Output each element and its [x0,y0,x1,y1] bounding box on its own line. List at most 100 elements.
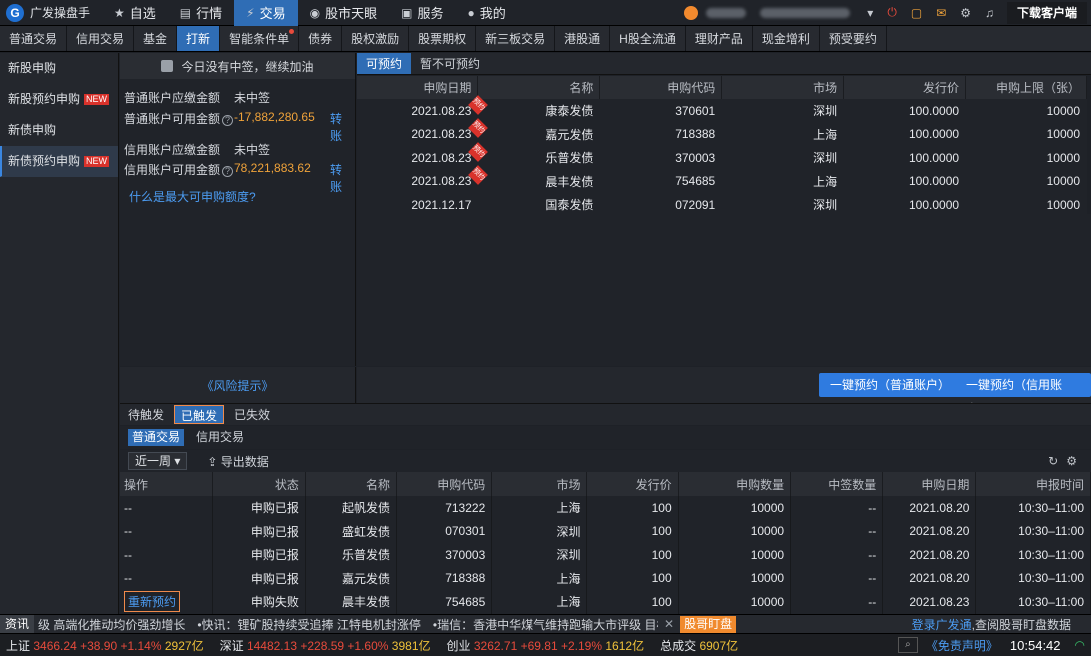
help-icon[interactable]: ? [222,166,234,177]
table-row[interactable]: 2021.08.23 预约 乐普发债 370003 深圳 100.0000 10000 [357,141,1087,170]
column-header[interactable]: 申购代码 [599,76,723,99]
subnav-tab[interactable]: 预受要约 [820,26,887,51]
column-header[interactable]: 中签数量 [790,472,884,496]
subnav-tab[interactable]: 智能条件单 [220,26,300,51]
subnav-tab[interactable]: 理财产品 [686,26,753,51]
login-link[interactable]: 登录广发通 [912,616,972,633]
tab-0[interactable]: 可预约 [357,53,412,74]
avatar[interactable] [684,5,699,20]
news-label[interactable]: 资讯 [0,614,35,634]
cell-date: 2021.08.23 预约 [357,141,489,170]
sidebar-item[interactable]: 新股预约申购 NEW [0,84,118,115]
nav-chart[interactable]: ▤ 行情 [168,0,234,26]
cell-won: -- [790,496,884,520]
trigger-tab[interactable]: 待触发 [122,405,170,424]
cell-code: 070301 [396,519,493,543]
subnav-tab[interactable]: 现金增利 [753,26,820,51]
nav-eye[interactable]: ◉ 股市天眼 [298,0,390,26]
news-ticker: 资讯 级 高端化推动均价强劲增长 •快讯：锂矿股持续受追捧 江特电机封涨停 •瑞信：… [0,614,1091,634]
subnav-tab[interactable]: 港股通 [555,26,611,51]
subnav-tab[interactable]: 股权激励 [342,26,410,51]
headset-icon[interactable]: ♫ [985,6,994,20]
column-header[interactable]: 市场 [721,76,845,99]
subnav-tab[interactable]: 信用交易 [67,26,135,51]
settings-icon[interactable]: ⚙ [1066,454,1085,468]
index-2[interactable]: 创业 3262.71 +69.81 +2.19% 1612亿 [447,637,645,654]
column-header[interactable]: 发行价 [586,472,679,496]
help-icon[interactable]: ? [222,115,234,126]
nav-briefcase[interactable]: ▣ 服务 [389,0,455,26]
subnav-tab[interactable]: 普通交易 [0,26,68,51]
index-1[interactable]: 深证 14482.13 +228.59 +1.60% 3981亿 [220,637,431,654]
nav-user[interactable]: ● 我的 [455,0,517,26]
table-row[interactable]: 2021.12.17 国泰发债 072091 深圳 100.0000 10000 [357,193,1087,217]
normal-transfer-link[interactable]: 转账 [330,110,352,144]
gear-icon[interactable]: ⚙ [960,6,971,20]
news-item[interactable]: •快讯：锂矿股持续受追捧 江特电机封涨停 [197,616,421,633]
table-row[interactable]: 2021.08.23 预约 康泰发债 370601 深圳 100.0000 10000 [357,94,1087,123]
risk-notice-link[interactable]: 《风险提示》 [201,377,273,394]
column-header[interactable]: 状态 [212,472,306,496]
disclaimer-link[interactable]: 《免责声明》 [926,637,998,654]
credit-available-value: 78,221,883.62 [234,161,311,175]
stock-watch-badge[interactable]: 股哥盯盘 [680,615,737,633]
index-name: 创业 [446,638,471,653]
column-header[interactable]: 名称 [477,76,601,99]
index-0[interactable]: 上证 3466.24 +38.90 +1.14% 2927亿 [6,637,204,654]
search-icon[interactable]: ⌕ [897,637,918,653]
table-row[interactable]: 2021.08.23 预约 嘉元发债 718388 上海 100.0000 10000 [357,118,1087,146]
column-header[interactable]: 操作 [120,472,213,496]
trigger-tab[interactable]: 已失效 [228,405,276,424]
table-row[interactable]: -- 申购已报 起帆发债 713222 上海 100 10000 -- 2021.08.20 10… [120,496,1091,520]
table-row[interactable]: 重新预约 申购失败 晨丰发债 754685 上海 100 10000 -- 2021.08.23… [120,590,1091,614]
re-reserve-link[interactable]: 重新预约 [124,591,181,613]
cell-date: 2021.08.20 [882,543,977,567]
sidebar-item[interactable]: 新债申购 [0,115,118,146]
column-header[interactable]: 申购代码 [396,472,493,496]
date-text: 2021.08.23 [411,150,472,165]
trigger-tab[interactable]: 已触发 [174,405,225,424]
power-icon[interactable]: ⏻ [887,5,897,20]
table-row[interactable]: -- 申购已报 嘉元发债 718388 上海 100 10000 -- 2021.08.20 10… [120,566,1091,590]
reserve-normal-button[interactable]: 一键预约（普通账户） [819,373,962,397]
column-header[interactable]: 申购上限（张） [965,76,1087,99]
credit-transfer-link[interactable]: 转账 [330,161,352,195]
cell-op: -- [120,566,213,590]
tab-1[interactable]: 暂不可预约 [411,53,489,74]
chevron-down-icon[interactable]: ▾ [867,6,873,20]
subnav-tab[interactable]: 打新 [177,26,221,51]
sidebar-item[interactable]: 新债预约申购 NEW [0,146,118,177]
news-item[interactable]: 级 高端化推动均价强劲增长 [38,616,185,633]
subnav-tab[interactable]: 新三板交易 [476,26,556,51]
cell-price: 100 [586,543,679,567]
download-client-button[interactable]: 下载客户端 [1006,1,1087,24]
column-header[interactable]: 名称 [305,472,398,496]
column-header[interactable]: 申报时间 [975,472,1091,496]
subnav-tab[interactable]: H股全流通 [610,26,686,51]
column-header[interactable]: 发行价 [843,76,967,99]
reserve-credit-button[interactable]: 一键预约（信用账户） [955,373,1091,416]
subnav-tab[interactable]: 基金 [134,26,178,51]
table-row[interactable]: 2021.08.23 预约 晨丰发债 754685 上海 100.0000 10000 [357,165,1087,193]
max-quota-faq-link[interactable]: 什么是最大可申购额度? [129,188,256,205]
table-row[interactable]: -- 申购已报 盛虹发债 070301 深圳 100 10000 -- 2021.08.20 10… [120,519,1091,543]
lock-icon[interactable]: ▢ [911,6,922,20]
subnav-tab[interactable]: 股票期权 [409,26,477,51]
period-dropdown[interactable]: 近一周 ▾ [128,452,188,470]
close-icon[interactable]: ✕ [664,617,674,631]
nav-trade[interactable]: ⚡ 交易 [234,0,298,26]
account-tab[interactable]: 信用交易 [192,429,248,446]
news-item[interactable]: •瑞信：香港中华煤气维持跑输大市评级 目标价9.9港元 [433,616,658,633]
subnav-tab[interactable]: 债券 [299,26,343,51]
column-header[interactable]: 市场 [491,472,588,496]
refresh-icon[interactable]: ↻ [1048,454,1066,468]
account-tab[interactable]: 普通交易 [128,429,185,446]
table-row[interactable]: -- 申购已报 乐普发债 370003 深圳 100 10000 -- 2021.08.20 10… [120,543,1091,567]
column-header[interactable]: 申购日期 [357,76,479,99]
column-header[interactable]: 申购日期 [882,472,977,496]
export-button[interactable]: ⇪ 导出数据 [207,453,268,470]
column-header[interactable]: 申购数量 [678,472,792,496]
nav-star[interactable]: ★ 自选 [102,0,168,26]
sidebar-item[interactable]: 新股申购 [0,53,118,84]
mail-icon[interactable]: ✉ [936,6,946,20]
